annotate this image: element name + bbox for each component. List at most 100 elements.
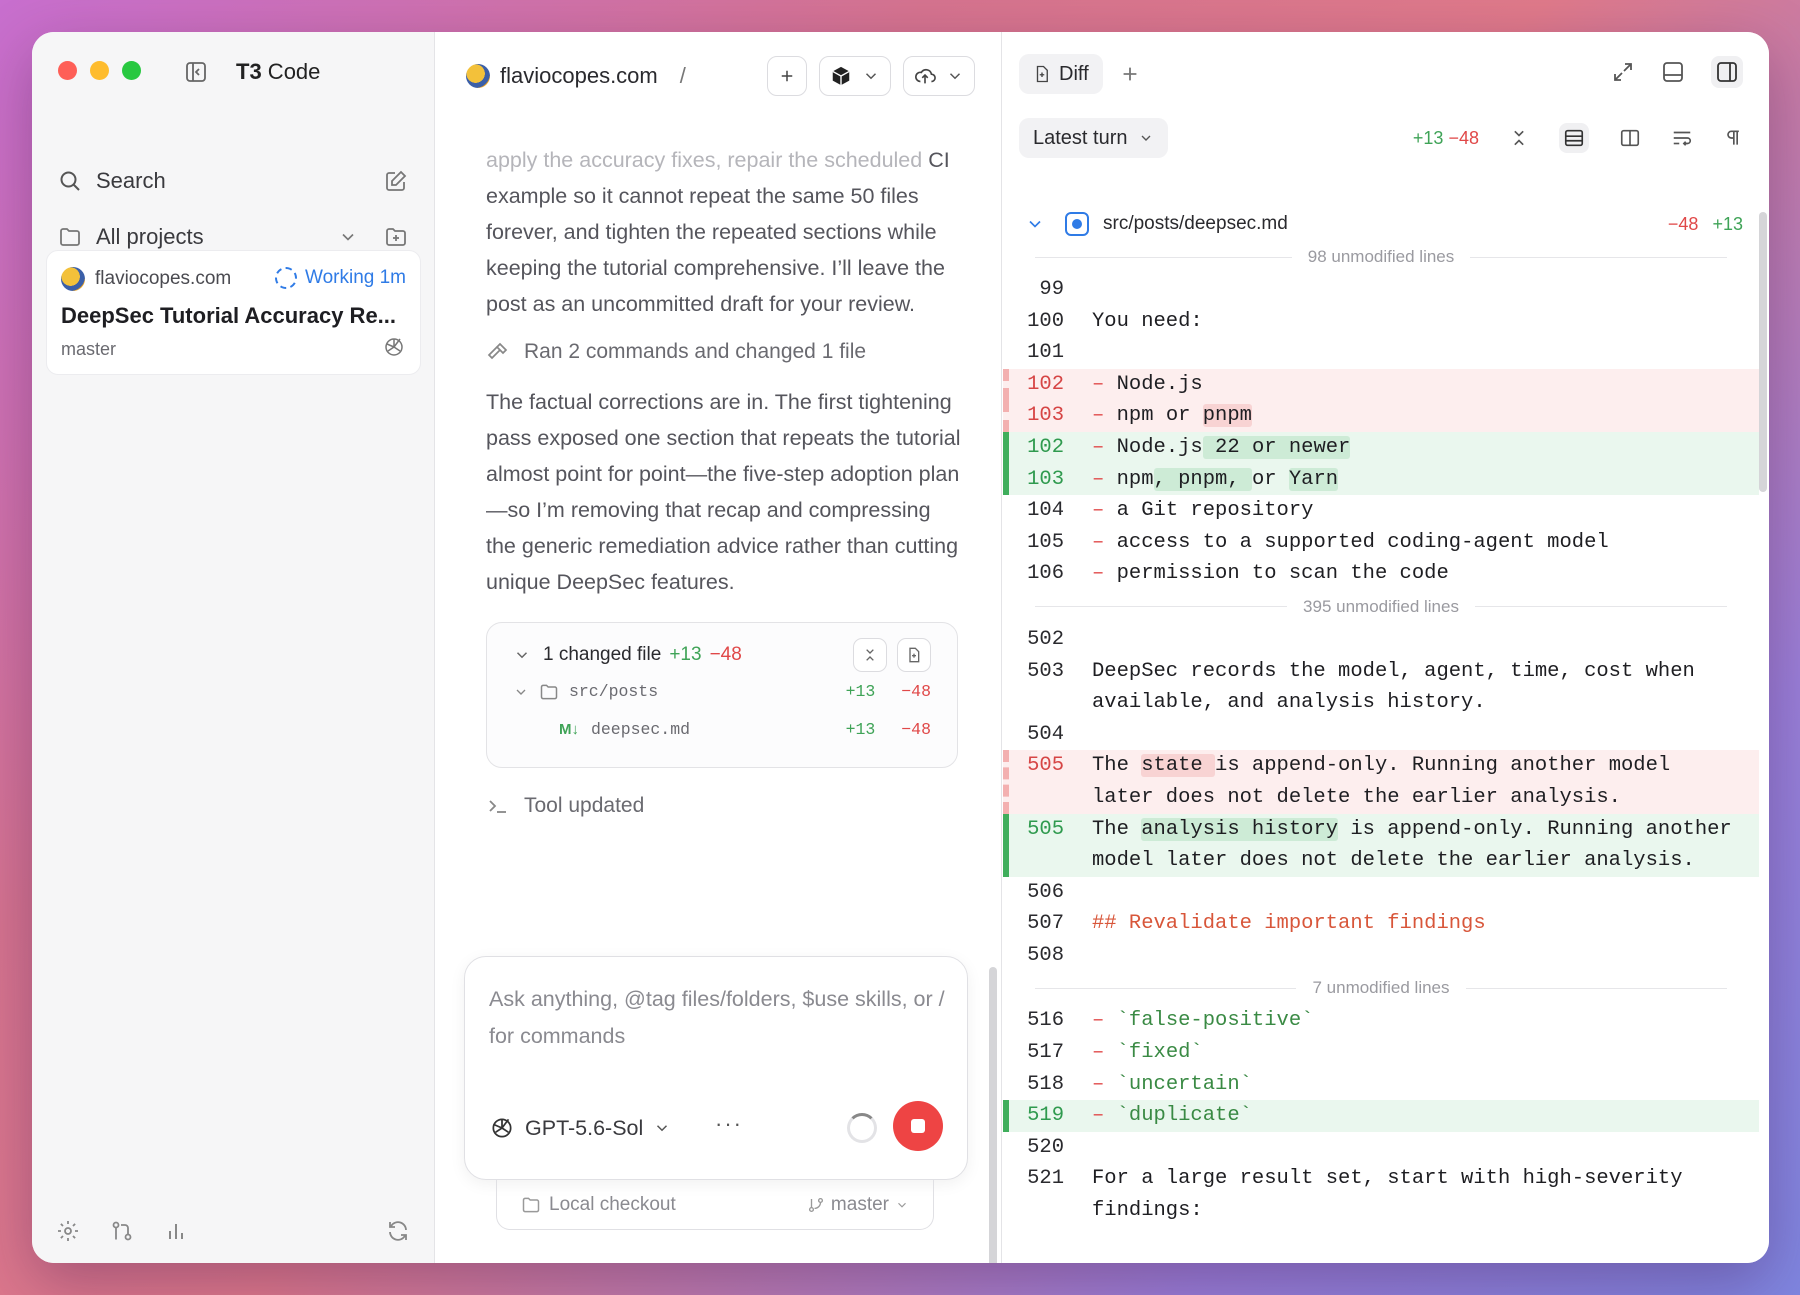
bottom-panel-icon[interactable] — [1661, 60, 1685, 84]
unified-view-icon[interactable] — [1559, 123, 1589, 153]
checkout-mode[interactable]: Local checkout — [549, 1194, 676, 1216]
cube-icon — [830, 65, 852, 87]
line-text: – permission to scan the code — [1078, 558, 1759, 590]
line-number: 520 — [1027, 1135, 1064, 1159]
model-selector[interactable]: GPT-5.6-Sol — [489, 1115, 671, 1141]
tool-status[interactable]: Tool updated — [486, 788, 966, 824]
message-input[interactable]: Ask anything, @tag files/folders, $use s… — [489, 981, 947, 1055]
right-panel-icon[interactable] — [1711, 56, 1743, 88]
split-view-icon[interactable] — [1619, 127, 1641, 149]
turn-deletions: −48 — [1448, 127, 1479, 148]
changed-files-title: 1 changed file — [543, 644, 662, 665]
line-number: 106 — [1027, 562, 1064, 586]
unmodified-lines-separator[interactable]: 395 unmodified lines — [1019, 590, 1743, 624]
tool-call-summary[interactable]: Ran 2 commands and changed 1 file — [486, 334, 966, 370]
diff-toolbar: Latest turn +13 −48 — [1019, 116, 1743, 160]
close-window-button[interactable] — [58, 61, 77, 80]
changed-files-header[interactable]: 1 changed file +13 −48 — [513, 637, 931, 673]
settings-gear-icon[interactable] — [56, 1219, 80, 1243]
toolbar-buttons — [767, 56, 975, 96]
diff-line: 104 – a Git repository — [1003, 495, 1759, 527]
diff-scrollbar[interactable] — [1759, 212, 1767, 492]
line-number: 506 — [1027, 880, 1064, 904]
thread-card[interactable]: flaviocopes.com Working 1m DeepSec Tutor… — [46, 250, 421, 375]
new-thread-icon[interactable] — [384, 169, 408, 193]
word-wrap-icon[interactable] — [1671, 127, 1693, 149]
tool-status-label: Tool updated — [524, 794, 645, 817]
chevron-down-icon — [1025, 214, 1045, 234]
turn-selector[interactable]: Latest turn — [1019, 118, 1168, 158]
chevron-down-icon[interactable] — [338, 227, 358, 247]
status-badge: Working 1m — [274, 267, 406, 289]
diff-file-header[interactable]: src/posts/deepsec.md −48 +13 — [1019, 212, 1743, 236]
expand-icon[interactable] — [1611, 60, 1635, 84]
file-diff-icon — [1033, 65, 1051, 83]
diff-line: 507 ## Revalidate important findings — [1003, 908, 1759, 940]
line-text: You need: — [1092, 309, 1203, 333]
folder-icon — [521, 1195, 541, 1215]
sidebar-toggle-icon[interactable] — [184, 60, 208, 84]
thread-branch: master — [61, 339, 117, 359]
line-text: , pnpm, — [1153, 467, 1252, 491]
add-folder-icon[interactable] — [384, 225, 408, 249]
more-options-button[interactable]: ··· — [715, 1111, 743, 1137]
diff-line: 105 – access to a supported coding-agent … — [1003, 527, 1759, 559]
line-text — [1078, 719, 1759, 751]
markdown-icon: M↓ — [559, 721, 579, 738]
line-text: Node.js — [1116, 435, 1203, 459]
folder-icon — [58, 225, 82, 249]
changed-folder-row[interactable]: src/posts +13 −48 — [513, 673, 931, 711]
line-text: DeepSec records the model, agent, time, … — [1092, 659, 1708, 715]
search-label: Search — [96, 168, 166, 193]
line-text: a Git repository — [1116, 499, 1314, 523]
minimize-window-button[interactable] — [90, 61, 109, 80]
stats-bar-icon[interactable] — [164, 1219, 188, 1243]
chat-toolbar: flaviocopes.com / — [466, 54, 975, 98]
file-deletions: −48 — [901, 720, 931, 739]
diff-line: 517 – `fixed` — [1003, 1037, 1759, 1069]
zoom-window-button[interactable] — [122, 61, 141, 80]
stop-button[interactable] — [893, 1101, 943, 1151]
pilcrow-icon[interactable] — [1723, 128, 1743, 148]
project-site: flaviocopes.com — [95, 268, 232, 289]
changed-file-row[interactable]: M↓ deepsec.md +13 −48 — [513, 711, 931, 749]
additions-count: +13 — [669, 644, 702, 665]
search-row[interactable]: Search — [58, 168, 408, 194]
line-number: 504 — [1027, 722, 1064, 746]
deletions-count: −48 — [709, 644, 742, 665]
git-compare-icon[interactable] — [110, 1219, 134, 1243]
add-tab-icon[interactable] — [1119, 63, 1141, 85]
breadcrumb-project[interactable]: flaviocopes.com — [500, 63, 658, 89]
line-text: – — [1092, 530, 1117, 554]
refresh-icon[interactable] — [386, 1219, 410, 1243]
line-text: `duplicate` — [1116, 1104, 1252, 1128]
chevron-down-icon — [946, 67, 964, 85]
line-text: – — [1092, 435, 1117, 459]
line-text: The analysis history is append-only. Run… — [1078, 814, 1759, 877]
diff-line: 516 – `false-positive` — [1003, 1005, 1759, 1037]
publish-dropdown[interactable] — [903, 56, 975, 96]
tab-diff[interactable]: Diff — [1019, 54, 1103, 94]
line-number: 103 — [1003, 400, 1078, 432]
environment-dropdown[interactable] — [819, 56, 891, 96]
branch-selector[interactable]: master — [807, 1194, 909, 1216]
status-text: Working 1m — [304, 267, 406, 288]
projects-row[interactable]: All projects — [58, 224, 408, 250]
openai-icon — [489, 1115, 515, 1141]
collapse-all-button[interactable] — [853, 638, 887, 672]
unmodified-lines-separator[interactable]: 7 unmodified lines — [1019, 971, 1743, 1005]
view-diff-button[interactable] — [897, 638, 931, 672]
line-text — [1078, 940, 1759, 972]
line-number: 519 — [1003, 1100, 1078, 1132]
diff-line-deleted: 102– Node.js — [1003, 368, 1759, 401]
chat-scrollbar[interactable] — [989, 967, 997, 1263]
line-number: 101 — [1027, 341, 1064, 365]
unmodified-lines-separator[interactable]: 98 unmodified lines — [1019, 240, 1743, 274]
line-text: – access to a supported coding-agent mod… — [1078, 527, 1759, 559]
line-text: or — [1251, 467, 1289, 491]
line-text: – — [1092, 1009, 1117, 1033]
line-text: – — [1092, 562, 1117, 586]
add-button[interactable] — [767, 56, 807, 96]
collapse-icon[interactable] — [1509, 128, 1529, 148]
line-text: 22 or newer — [1202, 435, 1351, 459]
